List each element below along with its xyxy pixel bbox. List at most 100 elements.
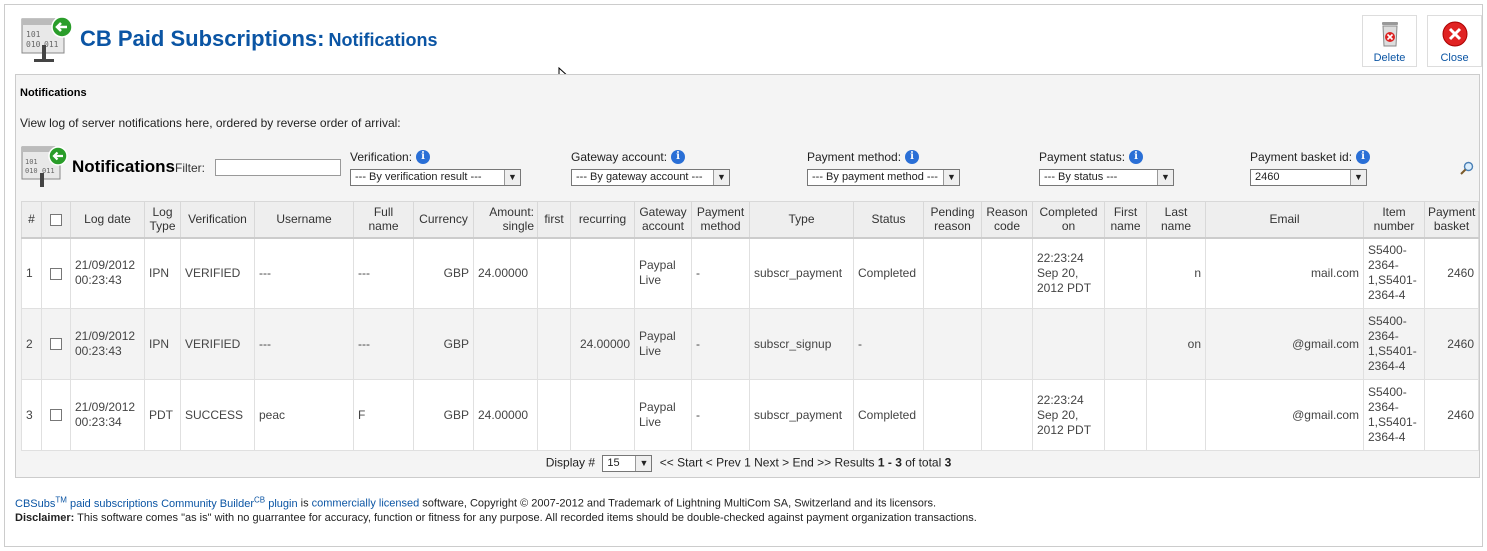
table-row[interactable]: 3 21/09/2012 00:23:34 PDT SUCCESS peac F GBP 24.… [21, 379, 1479, 451]
notifications-panel: Notifications View log of server notific… [15, 74, 1480, 478]
first-name [1104, 237, 1147, 309]
column-header: Item number [1363, 201, 1425, 239]
currency: GBP [413, 379, 474, 451]
pagination: Display # 15 ▼ << Start < Prev 1 Next > E… [16, 455, 1481, 472]
payment-method-filter: Payment method: i --- By payment method -… [807, 149, 960, 186]
log-date-link[interactable]: 21/09/2012 00:23:43 [70, 308, 145, 380]
payment-basket-filter: Payment basket id: i 2460 ▼ [1250, 149, 1371, 186]
payment-basket-link[interactable]: 2460 [1424, 379, 1479, 451]
chevron-down-icon: ▼ [504, 170, 520, 185]
column-header: Payment basket [1424, 201, 1479, 239]
page-header: 101 010 011 CB Paid Subscriptions: Notifi… [20, 14, 438, 64]
username-link[interactable]: --- [254, 308, 354, 380]
amount-recurring: 24.00000 [570, 308, 635, 380]
item-number-link[interactable]: S5400- 2364- 1,S5401- 2364-4 [1363, 237, 1425, 309]
row-number: 3 [21, 379, 42, 451]
page-size-value: 15 [607, 457, 620, 469]
email: @gmail.com [1205, 308, 1364, 380]
license-link[interactable]: commercially licensed [312, 498, 420, 510]
reason-code [981, 379, 1033, 451]
transaction-type: subscr_signup [749, 308, 854, 380]
amount-single: 24.00000 [473, 379, 538, 451]
filter-input[interactable] [215, 159, 341, 176]
payment-method-label: Payment method: [807, 150, 902, 164]
page-size-select[interactable]: 15 ▼ [602, 455, 653, 472]
search-icon[interactable] [1460, 161, 1474, 175]
email: mail.com [1205, 237, 1364, 309]
row-select-cell[interactable] [41, 308, 71, 380]
completed-on: 22:23:24 Sep 20, 2012 PDT [1032, 237, 1105, 309]
row-checkbox[interactable] [50, 267, 62, 280]
delete-button[interactable]: Delete [1362, 15, 1417, 67]
verification: VERIFIED [180, 237, 255, 309]
payment-basket-link[interactable]: 2460 [1424, 237, 1479, 309]
payment-status: - [853, 308, 924, 380]
completed-on: 22:23:24 Sep 20, 2012 PDT [1032, 379, 1105, 451]
log-date-link[interactable]: 21/09/2012 00:23:34 [70, 379, 145, 451]
pending-reason [923, 379, 982, 451]
gateway-account-label: Gateway account: [571, 150, 668, 164]
item-number-link[interactable]: S5400- 2364- 1,S5401- 2364-4 [1363, 308, 1425, 380]
verification: SUCCESS [180, 379, 255, 451]
row-number: 1 [21, 237, 42, 309]
close-button[interactable]: Close [1427, 15, 1482, 67]
column-header: Pending reason [923, 201, 982, 239]
amount-first [537, 308, 571, 380]
chevron-down-icon: ▼ [1157, 170, 1173, 185]
full-name-link[interactable]: --- [353, 237, 414, 309]
payment-basket-link[interactable]: 2460 [1424, 308, 1479, 380]
row-checkbox[interactable] [50, 338, 62, 351]
table-row[interactable]: 2 21/09/2012 00:23:43 IPN VERIFIED --- --- GBP 2… [21, 308, 1479, 380]
row-select-cell[interactable] [41, 379, 71, 451]
info-icon[interactable]: i [1129, 150, 1144, 164]
payment-status-select[interactable]: --- By status --- ▼ [1039, 169, 1174, 186]
payment-basket-select[interactable]: 2460 ▼ [1250, 169, 1367, 186]
chevron-down-icon: ▼ [635, 456, 652, 471]
username-link[interactable]: --- [254, 237, 354, 309]
gateway-account: Paypal Live [634, 308, 692, 380]
payment-status: Completed [853, 237, 924, 309]
cbsubs-link[interactable]: CBSubsTM paid subscriptions Community Bu… [15, 495, 298, 510]
delete-label: Delete [1373, 52, 1406, 64]
column-header: recurring [570, 201, 635, 239]
row-select-cell[interactable] [41, 237, 71, 309]
panel-title: Notifications [20, 87, 87, 99]
column-header: Log Type [144, 201, 181, 239]
info-icon[interactable]: i [671, 150, 686, 164]
column-header[interactable] [41, 201, 71, 239]
info-icon[interactable]: i [905, 150, 920, 164]
filter-bar: 101 010 011 Notifications Filter: Verifi… [21, 143, 1476, 191]
amount-first [537, 237, 571, 309]
column-header: # [21, 201, 42, 239]
row-checkbox[interactable] [50, 409, 62, 422]
notifications-table: # Log date Log Type Verification Username Full… [21, 201, 1479, 451]
log-date-link[interactable]: 21/09/2012 00:23:43 [70, 237, 145, 309]
svg-text:010: 010 [25, 167, 38, 175]
table-row[interactable]: 1 21/09/2012 00:23:43 IPN VERIFIED --- --- GBP 2… [21, 237, 1479, 309]
info-icon[interactable]: i [416, 150, 431, 164]
amount-recurring [570, 379, 635, 451]
gateway-account-select[interactable]: --- By gateway account --- ▼ [571, 169, 730, 186]
column-header: Type [749, 201, 854, 239]
column-header: Amount: single [473, 201, 538, 239]
full-name-link[interactable]: --- [353, 308, 414, 380]
select-all-checkbox[interactable] [50, 214, 62, 227]
pending-reason [923, 308, 982, 380]
amount-first [537, 379, 571, 451]
last-name: n [1146, 237, 1206, 309]
column-header[interactable]: Log date [70, 201, 145, 239]
column-header: Reason code [981, 201, 1033, 239]
payment-basket-select-value: 2460 [1255, 171, 1280, 183]
pagination-nav[interactable]: << Start < Prev 1 Next > End >> Results [660, 456, 875, 470]
payment-method-select[interactable]: --- By payment method --- ▼ [807, 169, 960, 186]
item-number-link[interactable]: S5400- 2364- 1,S5401- 2364-4 [1363, 379, 1425, 451]
column-header: Last name [1146, 201, 1206, 239]
column-header: Payment method [691, 201, 750, 239]
full-name-link[interactable]: F [353, 379, 414, 451]
amount-single: 24.00000 [473, 237, 538, 309]
reason-code [981, 308, 1033, 380]
verification-select[interactable]: --- By verification result --- ▼ [350, 169, 521, 186]
info-icon[interactable]: i [1356, 150, 1371, 164]
username-link[interactable]: peac [254, 379, 354, 451]
chevron-down-icon: ▼ [943, 170, 959, 185]
